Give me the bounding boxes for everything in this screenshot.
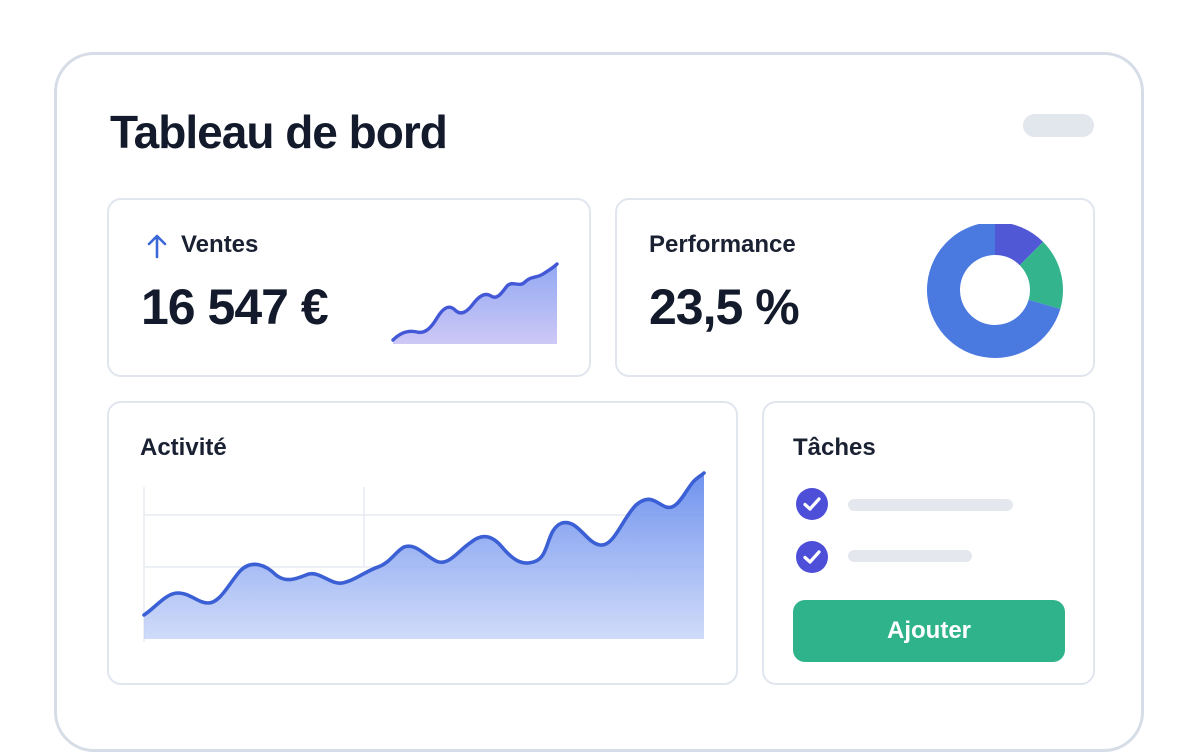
header-pill[interactable]	[1023, 114, 1094, 137]
page-title: Tableau de bord	[110, 106, 448, 158]
sales-sparkline	[391, 262, 559, 344]
arrow-up-icon	[147, 234, 167, 259]
sales-card: Ventes 16 547 €	[107, 198, 591, 377]
tasks-card: Tâches Ajouter	[762, 401, 1095, 685]
performance-card: Performance 23,5 %	[615, 198, 1095, 377]
add-task-button[interactable]: Ajouter	[793, 600, 1065, 662]
check-circle-icon[interactable]	[795, 487, 829, 521]
task-item-placeholder-1	[848, 499, 1013, 511]
activity-area-chart	[142, 471, 706, 642]
tasks-label: Tâches	[793, 434, 876, 461]
performance-donut-chart	[927, 224, 1063, 358]
activity-card: Activité	[107, 401, 738, 685]
sales-value: 16 547 €	[141, 279, 329, 335]
task-item-placeholder-2	[848, 550, 972, 562]
performance-value: 23,5 %	[649, 279, 800, 335]
performance-label: Performance	[649, 231, 796, 258]
activity-label: Activité	[140, 434, 227, 461]
check-circle-icon[interactable]	[795, 540, 829, 574]
sales-label: Ventes	[181, 231, 259, 258]
